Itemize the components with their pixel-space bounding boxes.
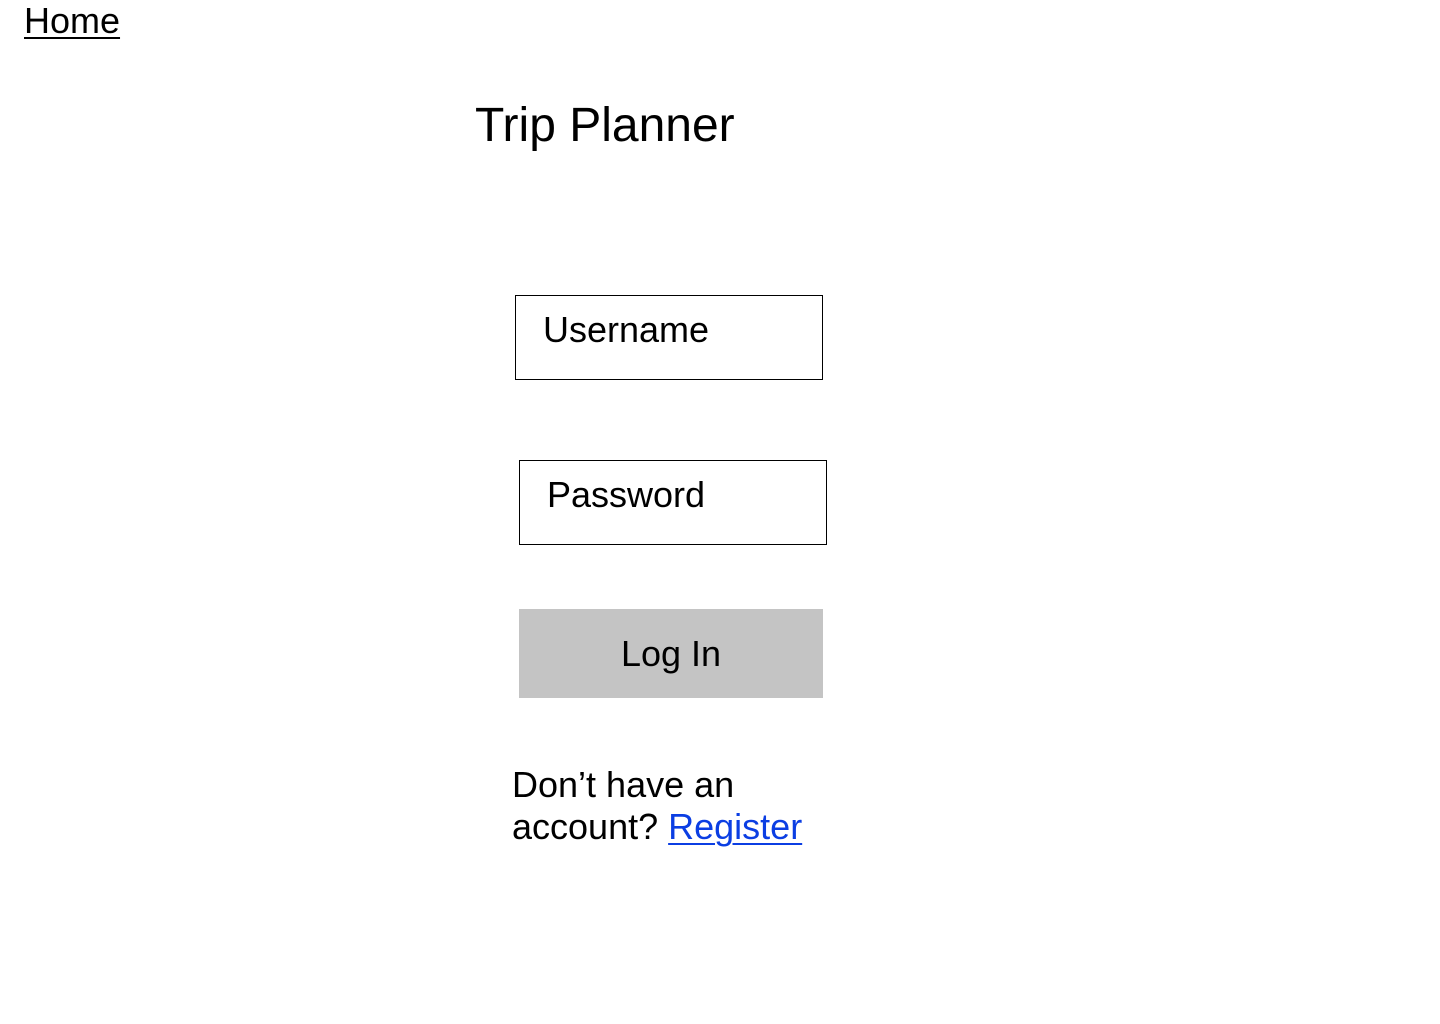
register-link[interactable]: Register — [668, 806, 802, 847]
register-prompt-line2: account? — [512, 806, 659, 847]
username-field[interactable]: Username — [515, 295, 823, 380]
username-placeholder: Username — [543, 309, 710, 350]
register-prompt-line1: Don’t have an — [512, 764, 735, 805]
password-field[interactable]: Password — [519, 460, 827, 545]
register-prompt: Don’t have an account? Register — [512, 764, 832, 848]
page-title: Trip Planner — [475, 99, 735, 152]
login-button-label: Log In — [620, 632, 722, 674]
home-link[interactable]: Home — [24, 0, 120, 42]
password-placeholder: Password — [547, 474, 706, 515]
login-button[interactable]: Log In — [519, 609, 823, 698]
